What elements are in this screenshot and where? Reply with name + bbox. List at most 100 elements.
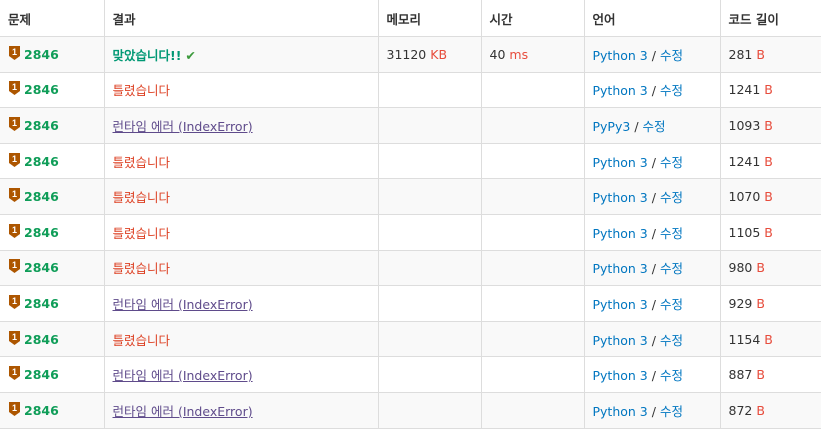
problem-link[interactable]: 1 2846 <box>8 223 59 242</box>
bronze-tier-icon: 1 <box>8 152 24 171</box>
problem-cell: 1 2846 <box>0 356 105 393</box>
language-link[interactable]: Python 3 <box>593 368 648 383</box>
code-length-cell: 887 B <box>719 356 821 393</box>
edit-link[interactable]: 수정 <box>660 155 683 170</box>
code-length-unit: B <box>764 82 773 98</box>
memory-cell <box>377 320 482 358</box>
edit-link[interactable]: 수정 <box>660 226 683 241</box>
svg-text:1: 1 <box>12 332 17 342</box>
problem-link[interactable]: 1 2846 <box>8 187 59 206</box>
edit-link[interactable]: 수정 <box>660 333 683 348</box>
edit-link[interactable]: 수정 <box>643 119 666 134</box>
problem-cell: 1 2846 <box>0 391 105 429</box>
bronze-tier-icon: 1 <box>8 401 24 420</box>
header-language: 언어 <box>583 0 721 37</box>
separator: / <box>651 296 656 312</box>
problem-link[interactable]: 1 2846 <box>8 116 59 135</box>
submissions-table: 문제 결과 메모리 시간 언어 코드 길이 1 2846 맞았습니다!! ✔ 31120… <box>0 0 821 429</box>
time-cell <box>480 391 585 429</box>
result-wrong: 틀렸습니다 <box>112 261 171 277</box>
problem-link[interactable]: 1 2846 <box>8 258 59 277</box>
language-link[interactable]: Python 3 <box>593 155 648 170</box>
language-link[interactable]: Python 3 <box>593 333 648 348</box>
table-row: 1 2846 틀렸습니다 Python 3 / 수정 1241 B <box>0 142 821 180</box>
problem-link[interactable]: 1 2846 <box>8 294 59 313</box>
svg-text:1: 1 <box>12 47 17 57</box>
svg-text:1: 1 <box>12 225 17 235</box>
header-row: 문제 결과 메모리 시간 언어 코드 길이 <box>0 0 821 37</box>
result-runtime-error-link[interactable]: 런타임 에러 (IndexError) <box>113 368 253 383</box>
code-length-value: 1093 <box>728 117 761 133</box>
problem-link[interactable]: 1 2846 <box>8 401 59 420</box>
table-row: 1 2846 틀렸습니다 Python 3 / 수정 980 B <box>0 249 821 287</box>
separator: / <box>651 83 656 99</box>
language-cell: Python 3 / 수정 <box>583 71 721 109</box>
bronze-tier-icon: 1 <box>8 80 24 99</box>
problem-cell: 1 2846 <box>0 36 105 73</box>
table-row: 1 2846 런타임 에러 (IndexError) PyPy3 / 수정 1093 B <box>0 107 821 144</box>
problem-id: 2846 <box>24 295 59 311</box>
bronze-tier-icon: 1 <box>8 330 24 349</box>
language-link[interactable]: Python 3 <box>593 190 648 205</box>
table-row: 1 2846 틀렸습니다 Python 3 / 수정 1070 B <box>0 178 821 215</box>
memory-cell <box>377 142 482 180</box>
problem-link[interactable]: 1 2846 <box>8 45 59 64</box>
memory-cell <box>377 356 482 393</box>
edit-link[interactable]: 수정 <box>660 48 683 63</box>
memory-cell <box>377 285 482 322</box>
result-runtime-error-link[interactable]: 런타임 에러 (IndexError) <box>113 404 253 419</box>
result-cell: 런타임 에러 (IndexError) <box>103 356 379 393</box>
language-link[interactable]: Python 3 <box>593 297 648 312</box>
result-cell: 맞았습니다!! ✔ <box>103 36 379 73</box>
memory-cell <box>377 249 482 287</box>
language-link[interactable]: Python 3 <box>593 48 648 63</box>
result-wrong: 틀렸습니다 <box>112 225 171 241</box>
problem-cell: 1 2846 <box>0 285 105 322</box>
result-cell: 런타임 에러 (IndexError) <box>103 285 379 322</box>
result-runtime-error-link[interactable]: 런타임 에러 (IndexError) <box>113 119 253 134</box>
edit-link[interactable]: 수정 <box>660 297 683 312</box>
edit-link[interactable]: 수정 <box>660 368 683 383</box>
bronze-tier-icon: 1 <box>8 187 24 206</box>
svg-text:1: 1 <box>12 82 17 92</box>
memory-cell <box>377 391 482 429</box>
result-cell: 틀렸습니다 <box>103 249 379 287</box>
table-row: 1 2846 런타임 에러 (IndexError) Python 3 / 수정 929… <box>0 285 821 322</box>
result-accepted: 맞았습니다!! <box>112 47 182 63</box>
edit-link[interactable]: 수정 <box>660 261 683 276</box>
code-length-value: 1241 <box>728 82 761 98</box>
result-wrong: 틀렸습니다 <box>112 83 171 99</box>
problem-link[interactable]: 1 2846 <box>8 152 59 171</box>
language-cell: Python 3 / 수정 <box>583 285 721 322</box>
header-problem: 문제 <box>0 0 105 37</box>
edit-link[interactable]: 수정 <box>660 190 683 205</box>
language-link[interactable]: Python 3 <box>593 83 648 98</box>
memory-cell <box>377 107 482 144</box>
result-runtime-error-link[interactable]: 런타임 에러 (IndexError) <box>113 297 253 312</box>
time-cell <box>480 107 585 144</box>
code-length-value: 887 <box>728 367 753 383</box>
separator: / <box>651 47 656 63</box>
language-link[interactable]: Python 3 <box>593 226 648 241</box>
language-link[interactable]: Python 3 <box>593 261 648 276</box>
language-link[interactable]: PyPy3 <box>593 119 631 134</box>
time-value: 40 <box>489 46 506 62</box>
code-length-value: 1241 <box>728 153 761 169</box>
language-link[interactable]: Python 3 <box>593 404 648 419</box>
edit-link[interactable]: 수정 <box>660 83 683 98</box>
table-row: 1 2846 맞았습니다!! ✔ 31120 KB 40 ms Python 3 / 수정 2… <box>0 36 821 73</box>
language-cell: Python 3 / 수정 <box>583 178 721 215</box>
separator: / <box>651 332 656 348</box>
code-length-unit: B <box>764 189 773 205</box>
time-cell <box>480 142 585 180</box>
problem-link[interactable]: 1 2846 <box>8 365 59 384</box>
code-length-cell: 1093 B <box>719 107 821 144</box>
memory-cell <box>377 213 482 251</box>
result-cell: 런타임 에러 (IndexError) <box>103 107 379 144</box>
svg-text:1: 1 <box>12 118 17 128</box>
problem-link[interactable]: 1 2846 <box>8 80 59 99</box>
code-length-unit: B <box>764 331 773 347</box>
language-cell: Python 3 / 수정 <box>583 391 721 429</box>
edit-link[interactable]: 수정 <box>660 404 683 419</box>
problem-link[interactable]: 1 2846 <box>8 330 59 349</box>
